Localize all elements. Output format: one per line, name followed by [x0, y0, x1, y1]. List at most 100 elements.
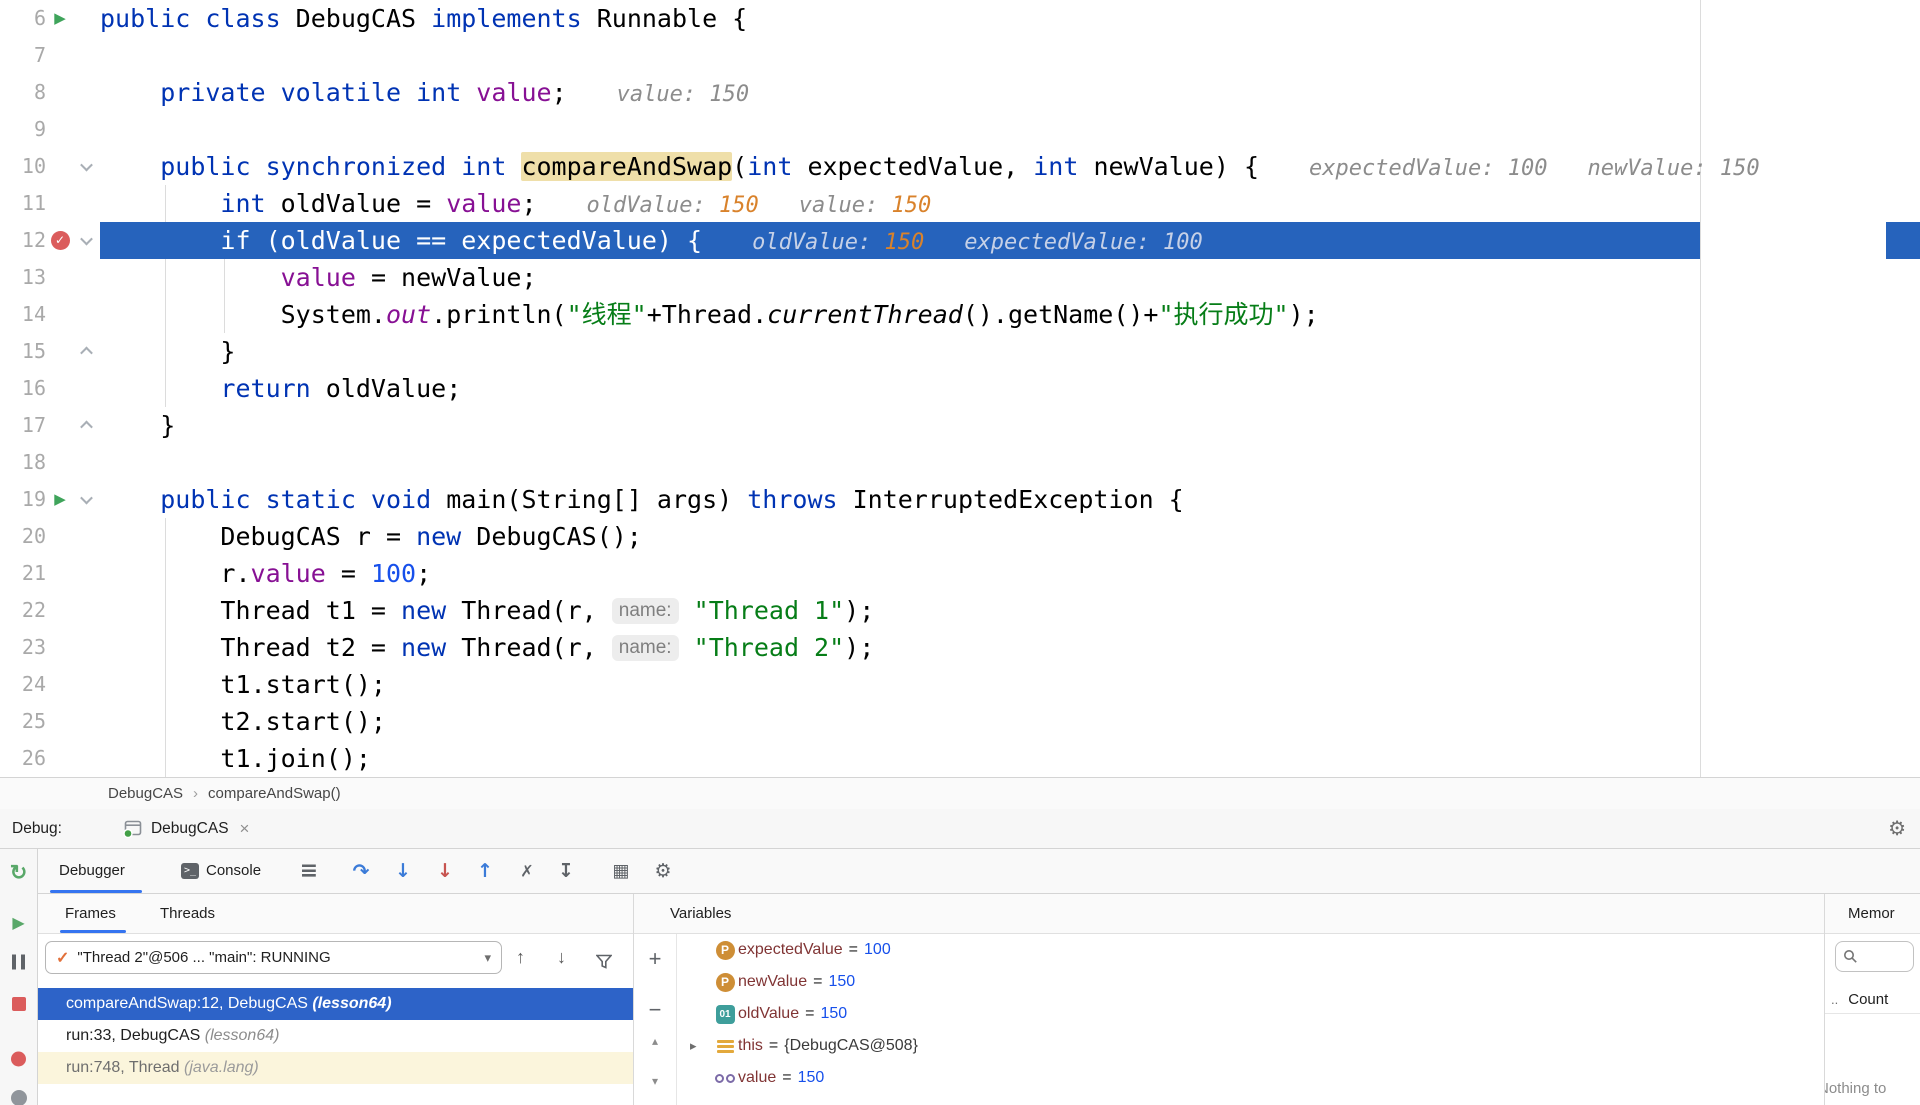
- run-icon[interactable]: ▶: [54, 0, 66, 37]
- code-line-21[interactable]: 21 r.value = 100;: [0, 555, 1920, 592]
- scroll-down-icon[interactable]: ▾: [634, 1074, 676, 1088]
- code-line-11[interactable]: 11 int oldValue = value; oldValue: 150 val…: [0, 185, 1920, 222]
- code-text[interactable]: t1.join();: [100, 740, 1920, 777]
- gutter[interactable]: 14: [0, 296, 100, 333]
- code-editor[interactable]: 6 ▶ public class DebugCAS implements Runna…: [0, 0, 1920, 777]
- fold-down-icon[interactable]: [79, 491, 93, 505]
- gutter[interactable]: 15: [0, 333, 100, 370]
- code-line-17[interactable]: 17 }: [0, 407, 1920, 444]
- code-text[interactable]: r.value = 100;: [100, 555, 1920, 592]
- resume-icon[interactable]: ▶: [0, 913, 37, 933]
- code-line-16[interactable]: 16 return oldValue;: [0, 370, 1920, 407]
- code-line-8[interactable]: 8 private volatile int value; value: 150: [0, 74, 1920, 111]
- debug-session-tab[interactable]: DebugCAS ×: [122, 819, 249, 839]
- variable-row[interactable]: ▸ this = {DebugCAS@508}: [678, 1030, 1824, 1062]
- filter-funnel-icon[interactable]: [595, 947, 613, 980]
- fold-down-icon[interactable]: [79, 232, 93, 246]
- code-line-12[interactable]: 12 ✓ if (oldValue == expectedValue) {oldV…: [0, 222, 1920, 259]
- code-text[interactable]: Thread t2 = new Thread(r, name: "Thread …: [100, 629, 1920, 666]
- code-text[interactable]: }: [100, 333, 1920, 370]
- gutter[interactable]: 21: [0, 555, 100, 592]
- gutter[interactable]: 24: [0, 666, 100, 703]
- gutter[interactable]: 6 ▶: [0, 0, 100, 37]
- gutter[interactable]: 20: [0, 518, 100, 555]
- force-step-into-icon[interactable]: ↓: [437, 860, 453, 882]
- code-line-26[interactable]: 26 t1.join();: [0, 740, 1920, 777]
- code-text[interactable]: [100, 37, 1920, 74]
- code-text[interactable]: [100, 111, 1920, 148]
- step-into-icon[interactable]: ↓: [395, 860, 411, 882]
- code-line-18[interactable]: 18: [0, 444, 1920, 481]
- stop-icon[interactable]: [0, 997, 37, 1011]
- gutter[interactable]: 9: [0, 111, 100, 148]
- code-line-14[interactable]: 14 System.out.println("线程"+Thread.curren…: [0, 296, 1920, 333]
- code-line-10[interactable]: 10 public synchronized int compareAndSwa…: [0, 148, 1920, 185]
- variable-row[interactable]: PnewValue = 150: [678, 966, 1824, 998]
- expand-arrow-icon[interactable]: ▸: [690, 1038, 712, 1054]
- code-text[interactable]: Thread t1 = new Thread(r, name: "Thread …: [100, 592, 1920, 629]
- step-over-icon[interactable]: ↷: [353, 859, 370, 883]
- code-text[interactable]: DebugCAS r = new DebugCAS();: [100, 518, 1920, 555]
- rerun-icon[interactable]: ↻: [0, 861, 37, 886]
- pause-icon[interactable]: [0, 954, 37, 970]
- tab-threads[interactable]: Threads: [160, 894, 215, 934]
- gutter[interactable]: 11: [0, 185, 100, 222]
- code-text[interactable]: value = newValue;: [100, 259, 1920, 296]
- gutter[interactable]: 22: [0, 592, 100, 629]
- code-text[interactable]: if (oldValue == expectedValue) {oldValue…: [100, 222, 1920, 259]
- variable-row[interactable]: 01 oldValue = 150: [678, 998, 1824, 1030]
- tab-debugger[interactable]: Debugger: [59, 849, 125, 893]
- run-icon[interactable]: ▶: [54, 481, 66, 518]
- gutter[interactable]: 13: [0, 259, 100, 296]
- gear-icon[interactable]: ⚙: [1888, 816, 1906, 841]
- code-line-22[interactable]: 22 Thread t1 = new Thread(r, name: "Thre…: [0, 592, 1920, 629]
- code-text[interactable]: private volatile int value; value: 150: [100, 74, 1920, 111]
- mute-breakpoints-icon[interactable]: [0, 1090, 37, 1105]
- code-line-15[interactable]: 15 }: [0, 333, 1920, 370]
- breadcrumb-class[interactable]: DebugCAS: [108, 785, 183, 802]
- code-line-19[interactable]: 19 ▶ public static void main(String[] arg…: [0, 481, 1920, 518]
- variable-row[interactable]: value = 150: [678, 1062, 1824, 1094]
- frame-row[interactable]: run:748, Thread (java.lang): [38, 1052, 633, 1084]
- fold-up-icon[interactable]: [79, 346, 93, 360]
- step-out-icon[interactable]: ↑: [477, 860, 493, 882]
- variable-row[interactable]: PexpectedValue = 100: [678, 934, 1824, 966]
- code-line-20[interactable]: 20 DebugCAS r = new DebugCAS();: [0, 518, 1920, 555]
- gutter[interactable]: 8: [0, 74, 100, 111]
- gutter[interactable]: 16: [0, 370, 100, 407]
- drop-frame-icon[interactable]: ✗: [520, 862, 533, 881]
- code-text[interactable]: }: [100, 407, 1920, 444]
- code-text[interactable]: [100, 444, 1920, 481]
- gutter[interactable]: 12 ✓: [0, 222, 100, 259]
- remove-watch-icon[interactable]: −: [634, 997, 676, 1023]
- fold-down-icon[interactable]: [79, 158, 93, 172]
- breadcrumb-method[interactable]: compareAndSwap(): [208, 785, 341, 802]
- gutter[interactable]: 10: [0, 148, 100, 185]
- previous-frame-arrow-icon[interactable]: ↑: [516, 941, 525, 974]
- code-text[interactable]: t2.start();: [100, 703, 1920, 740]
- code-text[interactable]: public synchronized int compareAndSwap(i…: [100, 148, 1920, 185]
- code-line-6[interactable]: 6 ▶ public class DebugCAS implements Runna…: [0, 0, 1920, 37]
- code-text[interactable]: System.out.println("线程"+Thread.currentTh…: [100, 296, 1920, 333]
- next-frame-arrow-icon[interactable]: ↓: [557, 941, 566, 974]
- frame-row[interactable]: compareAndSwap:12, DebugCAS (lesson64): [38, 988, 633, 1020]
- code-text[interactable]: int oldValue = value; oldValue: 150 value:…: [100, 185, 1920, 222]
- code-line-13[interactable]: 13 value = newValue;: [0, 259, 1920, 296]
- gutter[interactable]: 7: [0, 37, 100, 74]
- code-text[interactable]: t1.start();: [100, 666, 1920, 703]
- gutter[interactable]: 19 ▶: [0, 481, 100, 518]
- close-icon[interactable]: ×: [240, 819, 250, 839]
- thread-selector-dropdown[interactable]: ✓ "Thread 2"@506 ... "main": RUNNING ▾: [45, 941, 502, 974]
- code-line-23[interactable]: 23 Thread t2 = new Thread(r, name: "Thre…: [0, 629, 1920, 666]
- code-text[interactable]: public class DebugCAS implements Runnabl…: [100, 0, 1920, 37]
- settings-icon[interactable]: ⚙: [654, 860, 671, 882]
- scroll-up-icon[interactable]: ▴: [634, 1034, 676, 1048]
- tab-frames[interactable]: Frames: [65, 894, 116, 934]
- breakpoint-verified-icon[interactable]: ✓: [50, 231, 70, 250]
- memory-resize-dots[interactable]: ..: [1831, 992, 1838, 1007]
- code-text[interactable]: public static void main(String[] args) t…: [100, 481, 1920, 518]
- fold-up-icon[interactable]: [79, 420, 93, 434]
- memory-search-input[interactable]: [1835, 941, 1914, 972]
- gutter[interactable]: 17: [0, 407, 100, 444]
- gutter[interactable]: 26: [0, 740, 100, 777]
